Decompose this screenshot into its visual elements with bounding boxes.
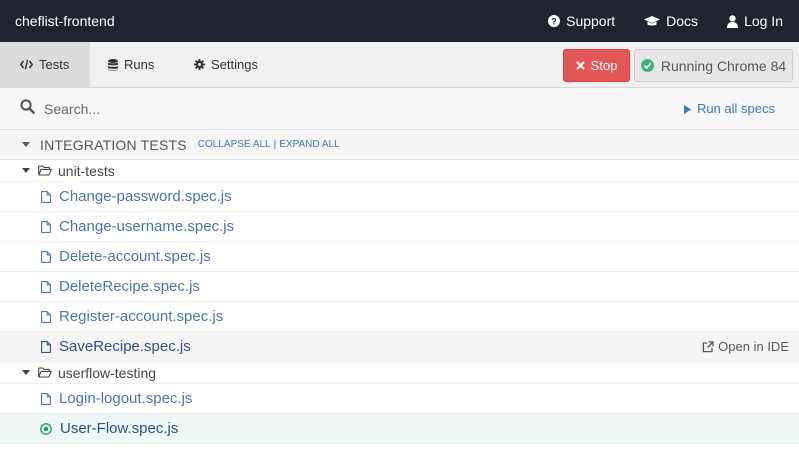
support-label: Support <box>566 13 616 29</box>
spec-file-name: Delete-account.spec.js <box>59 248 211 265</box>
spec-file-row-hovered[interactable]: SaveRecipe.spec.js Open in IDE <box>0 332 799 362</box>
spec-file-name: Change-username.spec.js <box>59 218 235 235</box>
file-icon <box>41 190 51 203</box>
folder-unit-tests[interactable]: unit-tests <box>0 160 799 182</box>
collapse-all-link[interactable]: COLLAPSE ALL <box>198 139 271 150</box>
spec-file-name: DeleteRecipe.spec.js <box>59 278 200 295</box>
folder-userflow-testing[interactable]: userflow-testing <box>0 362 799 384</box>
integration-tests-title: INTEGRATION TESTS <box>40 136 187 153</box>
caret-down-icon <box>22 168 30 173</box>
spec-file-name: User-Flow.spec.js <box>60 420 179 437</box>
play-icon <box>683 104 691 114</box>
caret-down-icon <box>22 370 30 375</box>
spec-file-row[interactable]: Login-logout.spec.js <box>0 384 799 414</box>
run-all-specs-button[interactable]: Run all specs <box>683 88 775 130</box>
open-in-ide-label: Open in IDE <box>718 339 789 354</box>
folder-name: unit-tests <box>58 162 115 179</box>
database-icon <box>108 58 118 71</box>
docs-label: Docs <box>666 13 699 29</box>
tab-settings-label: Settings <box>211 57 258 72</box>
file-icon <box>41 250 51 263</box>
app-name: cheflist-frontend <box>15 13 115 29</box>
spec-file-row-running[interactable]: User-Flow.spec.js <box>0 414 799 444</box>
spec-file-name: Login-logout.spec.js <box>59 390 193 407</box>
question-circle-icon: ? <box>548 15 561 27</box>
open-in-ide-link[interactable]: Open in IDE <box>702 332 789 362</box>
spec-file-name: SaveRecipe.spec.js <box>59 338 191 355</box>
tab-settings[interactable]: Settings <box>194 42 258 87</box>
check-circle-icon <box>640 59 654 72</box>
browser-selector[interactable]: Running Chrome 84 <box>634 49 793 82</box>
user-icon <box>727 14 739 28</box>
code-icon <box>20 59 33 70</box>
caret-down-icon <box>22 142 30 147</box>
file-icon <box>41 280 51 293</box>
running-dot-circle-icon <box>40 422 52 435</box>
folder-name: userflow-testing <box>58 364 157 381</box>
tab-tests-label: Tests <box>39 57 70 72</box>
top-bar: cheflist-frontend ? Support Docs Log In <box>0 0 799 42</box>
tab-tests[interactable]: Tests <box>0 42 90 87</box>
spec-file-row[interactable]: Change-username.spec.js <box>0 212 799 242</box>
stop-button[interactable]: Stop <box>563 49 630 82</box>
browser-label: Running Chrome 84 <box>660 57 787 74</box>
login-link[interactable]: Log In <box>727 13 783 29</box>
spec-file-row[interactable]: Delete-account.spec.js <box>0 242 799 272</box>
external-link-icon <box>702 341 714 353</box>
spec-file-row[interactable]: DeleteRecipe.spec.js <box>0 272 799 302</box>
support-link[interactable]: ? Support <box>548 13 615 29</box>
link-separator: | <box>273 139 277 150</box>
login-label: Log In <box>744 13 783 29</box>
spec-file-tree: unit-tests Change-password.spec.js Chang… <box>0 160 799 444</box>
search-bar: Run all specs <box>0 88 799 130</box>
run-all-label: Run all specs <box>696 101 775 116</box>
gear-icon <box>194 59 205 70</box>
file-icon <box>41 220 51 233</box>
close-icon <box>575 61 585 70</box>
graduation-cap-icon <box>644 16 661 26</box>
collapse-expand-links: COLLAPSE ALL | EXPAND ALL <box>198 139 340 150</box>
spec-file-name: Register-account.spec.js <box>59 308 224 325</box>
search-icon <box>20 99 35 114</box>
file-icon <box>41 340 51 353</box>
docs-link[interactable]: Docs <box>644 13 698 29</box>
spec-file-row[interactable]: Register-account.spec.js <box>0 302 799 332</box>
tab-runs-label: Runs <box>124 57 155 72</box>
file-icon <box>41 310 51 323</box>
spec-file-name: Change-password.spec.js <box>59 188 232 205</box>
spec-file-row[interactable]: Change-password.spec.js <box>0 182 799 212</box>
integration-tests-header[interactable]: INTEGRATION TESTS COLLAPSE ALL | EXPAND AL… <box>0 130 799 160</box>
sub-nav: Tests Runs Settings Stop Running Chrome … <box>0 42 799 88</box>
folder-open-icon <box>38 367 52 378</box>
tab-runs[interactable]: Runs <box>108 42 154 87</box>
folder-open-icon <box>38 165 52 176</box>
svg-text:?: ? <box>551 17 557 27</box>
search-input[interactable] <box>44 96 544 122</box>
file-icon <box>41 392 51 405</box>
top-links: ? Support Docs Log In <box>519 0 783 42</box>
expand-all-link[interactable]: EXPAND ALL <box>279 139 339 150</box>
stop-label: Stop <box>590 58 618 73</box>
